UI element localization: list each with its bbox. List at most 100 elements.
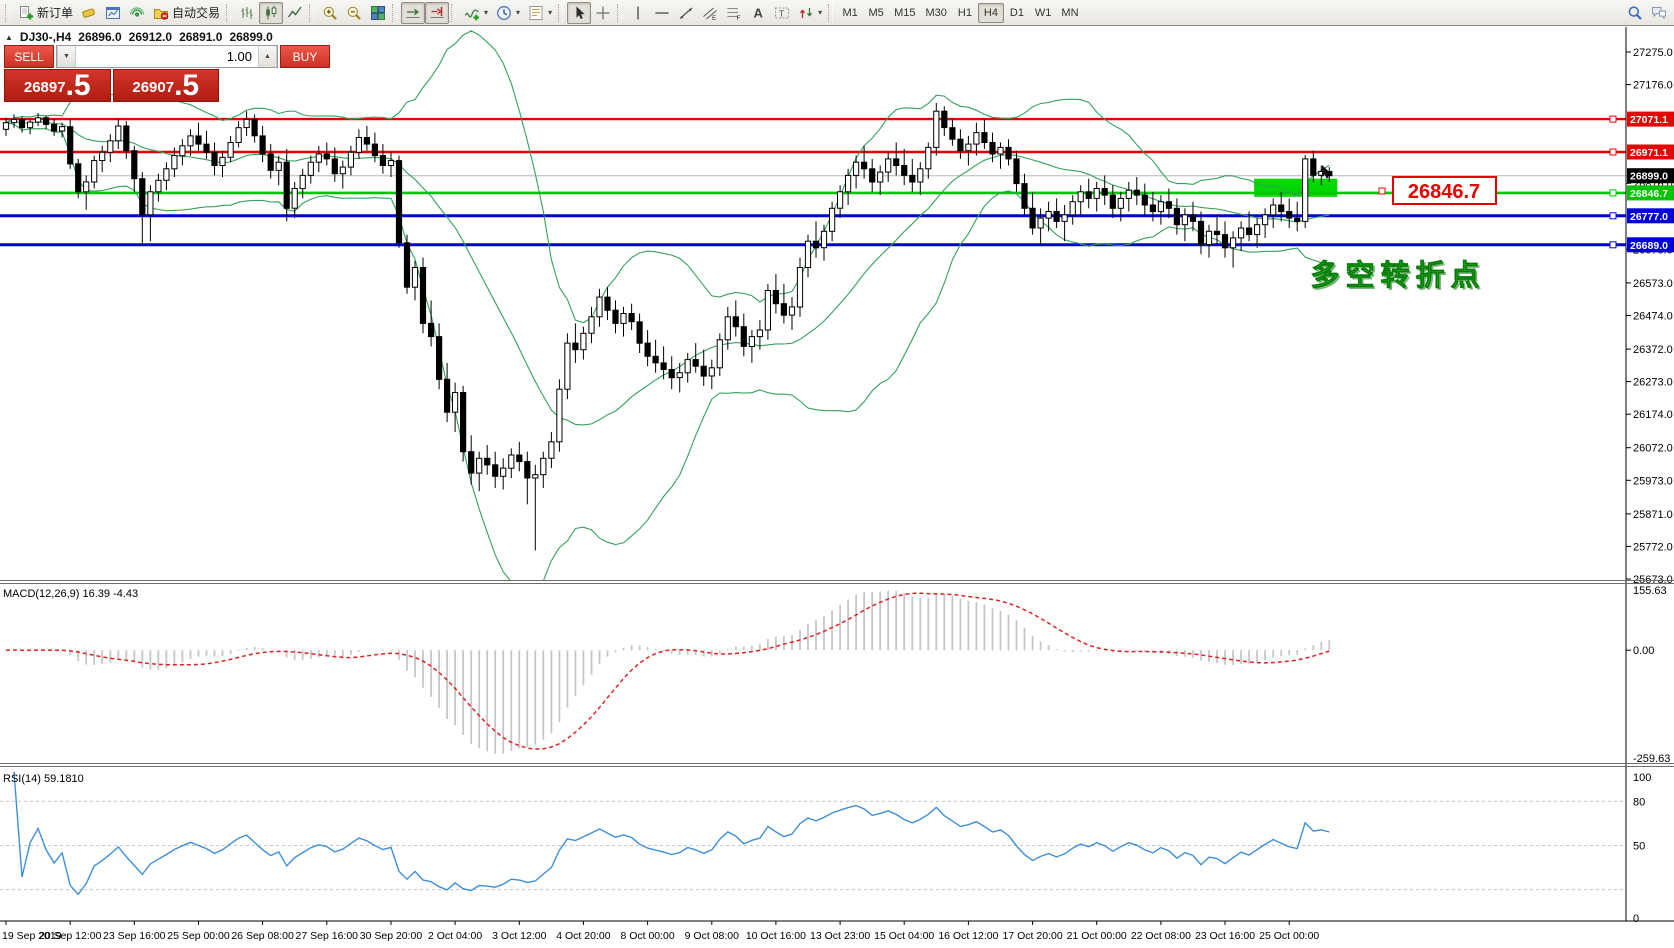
timeframe-h1-button[interactable]: H1 [952, 3, 978, 23]
level-line-anchor[interactable] [1610, 149, 1616, 155]
buy-price-display[interactable]: 26907.5 [113, 69, 220, 102]
horizontal-line-button[interactable] [650, 2, 674, 24]
sell-price-display[interactable]: 26897.5 [4, 69, 111, 102]
timeframe-w1-button[interactable]: W1 [1030, 3, 1057, 23]
bar-chart-icon [239, 5, 255, 21]
crosshair-icon [595, 5, 611, 21]
volume-input[interactable] [76, 46, 258, 67]
level-line-anchor[interactable] [1610, 116, 1616, 122]
callout-anchor[interactable] [1379, 188, 1385, 194]
svg-text:26072.0: 26072.0 [1633, 443, 1673, 455]
bar-chart-button[interactable] [235, 2, 259, 24]
signals-button[interactable] [125, 2, 149, 24]
cursor-icon [571, 5, 587, 21]
price-callout-text: 26846.7 [1408, 181, 1480, 203]
periods-button[interactable]: ▾ [492, 2, 524, 24]
chart-shift-button[interactable] [425, 2, 449, 24]
buy-button[interactable]: BUY [280, 45, 330, 68]
svg-text:25973.0: 25973.0 [1633, 475, 1673, 487]
arrow-tools-button[interactable]: ▾ [794, 2, 826, 24]
indicators-dropdown-arrow-icon[interactable]: ▾ [484, 8, 488, 17]
auto-scroll-button[interactable] [401, 2, 425, 24]
auto-trading-button[interactable]: 自动交易 [149, 2, 224, 24]
svg-text:10 Oct 16:00: 10 Oct 16:00 [746, 930, 806, 942]
new-chart-button[interactable] [101, 2, 125, 24]
toolbar-group-grip[interactable] [558, 4, 563, 22]
zoom-in-button[interactable] [318, 2, 342, 24]
toolbar-group-grip[interactable] [392, 4, 397, 22]
macd-label: MACD(12,26,9) 16.39 -4.43 [3, 588, 138, 600]
svg-text:25871.0: 25871.0 [1633, 509, 1673, 521]
crosshair-button[interactable] [591, 2, 615, 24]
svg-text:25 Sep 00:00: 25 Sep 00:00 [167, 930, 230, 942]
timeframe-m5-button[interactable]: M5 [863, 3, 889, 23]
timeframe-mn-button[interactable]: MN [1056, 3, 1083, 23]
svg-text:17 Oct 20:00: 17 Oct 20:00 [1003, 930, 1063, 942]
fibonacci-button[interactable]: F [722, 2, 746, 24]
svg-text:A: A [754, 5, 764, 20]
auto-trading-label: 自动交易 [172, 4, 220, 21]
templates-button[interactable]: ▾ [524, 2, 556, 24]
timeframe-m30-button[interactable]: M30 [921, 3, 952, 23]
chart-canvas[interactable]: 26846.7多空转折点多空转折点27275.027176.026876.026… [0, 27, 1674, 948]
svg-text:20 Sep 12:00: 20 Sep 12:00 [39, 930, 102, 942]
svg-text:F: F [737, 15, 741, 21]
svg-text:26777.0: 26777.0 [1630, 211, 1668, 223]
svg-text:9 Oct 08:00: 9 Oct 08:00 [685, 930, 739, 942]
periods-dropdown-arrow-icon[interactable]: ▾ [516, 8, 520, 17]
equidistant-channel-button[interactable]: E [698, 2, 722, 24]
timeframe-d1-button[interactable]: D1 [1004, 3, 1030, 23]
svg-text:26372.0: 26372.0 [1633, 344, 1673, 356]
trend-line-button[interactable] [674, 2, 698, 24]
tile-windows-button[interactable] [366, 2, 390, 24]
toolbar-group-grip[interactable] [226, 4, 231, 22]
svg-text:-259.63: -259.63 [1633, 753, 1670, 765]
toolbar-group-grip[interactable] [451, 4, 456, 22]
rsi-label: RSI(14) 59.1810 [3, 773, 84, 785]
level-line-anchor[interactable] [1610, 242, 1616, 248]
text-button[interactable]: A [746, 2, 770, 24]
timeframe-h4-button[interactable]: H4 [978, 3, 1004, 23]
zoom-out-button[interactable] [342, 2, 366, 24]
indicators-button[interactable]: ▾ [460, 2, 492, 24]
level-line-anchor[interactable] [1610, 190, 1616, 196]
svg-text:26689.0: 26689.0 [1630, 240, 1668, 252]
ohlc-high: 26912.0 [129, 30, 172, 44]
svg-text:26846.7: 26846.7 [1630, 188, 1668, 200]
tile-windows-icon [370, 5, 386, 21]
sell-price-main: 26897 [24, 80, 66, 95]
chat-icon [1651, 5, 1667, 21]
volume-increase-button[interactable]: ▲ [258, 46, 277, 67]
toolbar-group-grip[interactable] [309, 4, 314, 22]
sell-button[interactable]: SELL [4, 45, 54, 68]
search-icon [1627, 5, 1643, 21]
horizontal-line-icon [654, 5, 670, 21]
templates-dropdown-arrow-icon[interactable]: ▾ [548, 8, 552, 17]
vertical-line-button[interactable] [626, 2, 650, 24]
timeframe-m15-button[interactable]: M15 [889, 3, 920, 23]
new-order-button[interactable]: 新订单 [14, 2, 77, 24]
volume-decrease-button[interactable]: ▼ [57, 46, 76, 67]
timeframe-m1-button[interactable]: M1 [837, 3, 863, 23]
arrow-tools-dropdown-arrow-icon[interactable]: ▾ [818, 8, 822, 17]
svg-text:26573.0: 26573.0 [1633, 278, 1673, 290]
annotation-text[interactable]: 多空转折点 [1310, 258, 1485, 292]
one-click-panel-toggle-icon[interactable]: ▲ [5, 33, 13, 42]
line-chart-button[interactable] [283, 2, 307, 24]
toolbar-group-grip[interactable] [617, 4, 622, 22]
text-label-button[interactable]: T [770, 2, 794, 24]
text-icon: A [750, 5, 766, 21]
trend-line-icon [678, 5, 694, 21]
toolbar-group-grip[interactable] [5, 4, 10, 22]
auto-trading-icon [153, 5, 169, 21]
sell-price-big-digit: .5 [66, 74, 91, 99]
level-line-anchor[interactable] [1610, 213, 1616, 219]
candlestick-chart-icon [263, 5, 279, 21]
chat-button[interactable] [1647, 2, 1671, 24]
toolbar-group-grip[interactable] [828, 4, 833, 22]
cursor-button[interactable] [567, 2, 591, 24]
svg-text:26 Sep 08:00: 26 Sep 08:00 [231, 930, 294, 942]
search-button[interactable] [1623, 2, 1647, 24]
candlestick-chart-button[interactable] [259, 2, 283, 24]
market-watch-button[interactable] [77, 2, 101, 24]
